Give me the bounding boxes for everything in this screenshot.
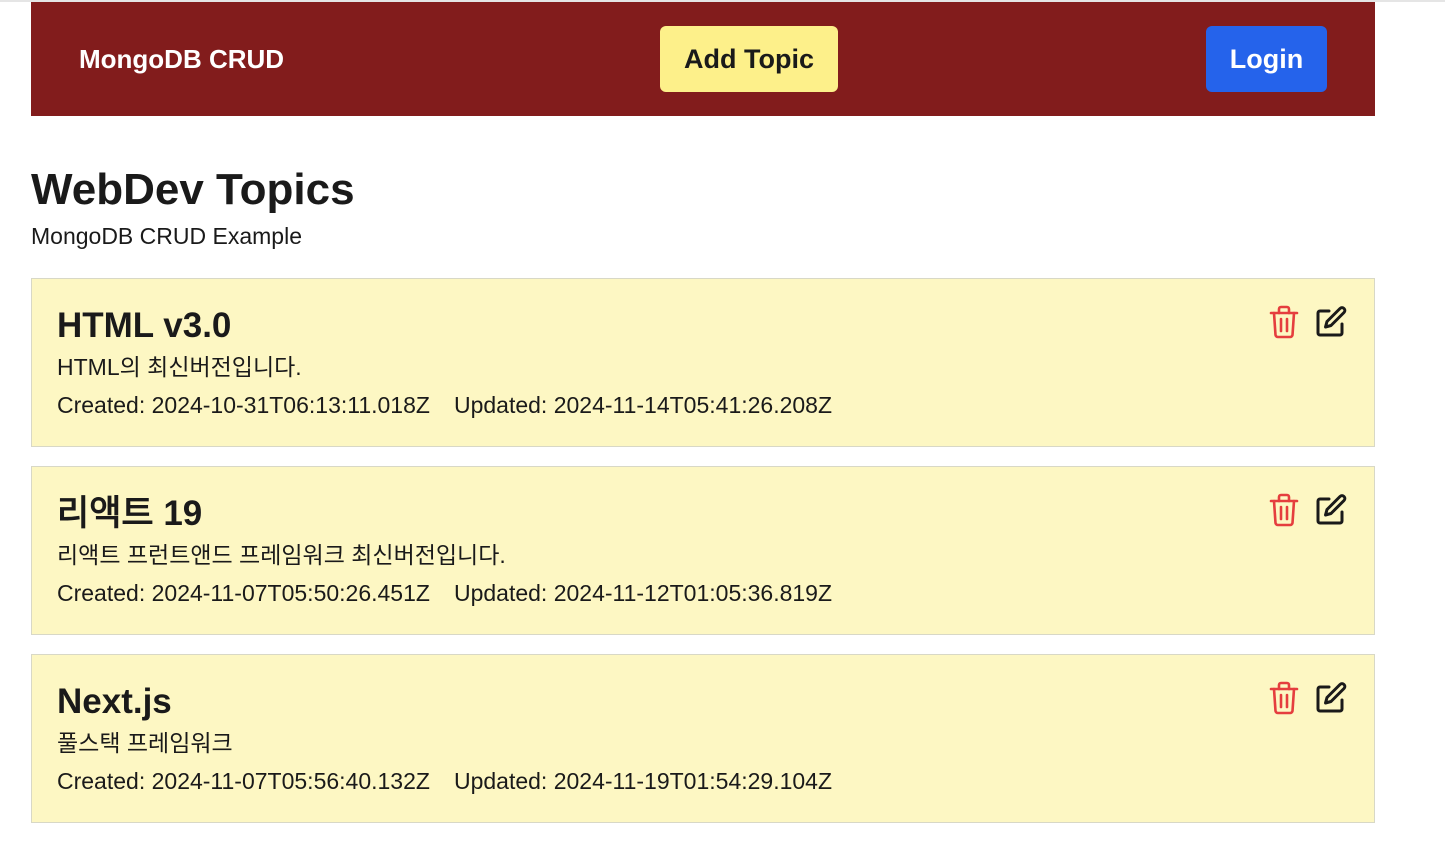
topic-description: HTML의 최신버전입니다. xyxy=(57,354,302,380)
edit-button[interactable] xyxy=(1313,491,1349,529)
add-topic-button[interactable]: Add Topic xyxy=(660,26,838,92)
edit-button[interactable] xyxy=(1313,679,1349,717)
trash-icon xyxy=(1269,681,1299,715)
edit-button[interactable] xyxy=(1313,303,1349,341)
delete-button[interactable] xyxy=(1266,303,1302,341)
delete-button[interactable] xyxy=(1266,679,1302,717)
topic-card: HTML v3.0 HTML의 최신버전입니다. Created: 2024-1… xyxy=(31,278,1375,447)
created-date: Created: 2024-11-07T05:50:26.451Z xyxy=(57,580,430,606)
login-button[interactable]: Login xyxy=(1206,26,1327,92)
topic-card: 리액트 19 리액트 프런트앤드 프레임워크 최신버전입니다. Created:… xyxy=(31,466,1375,635)
topic-card: Next.js 풀스택 프레임워크 Created: 2024-11-07T05… xyxy=(31,654,1375,823)
topic-dates: Created: 2024-11-07T05:50:26.451Z Updated… xyxy=(57,579,832,607)
trash-icon xyxy=(1269,493,1299,527)
topic-title: 리액트 19 xyxy=(57,494,203,533)
edit-icon xyxy=(1316,682,1347,713)
delete-button[interactable] xyxy=(1266,491,1302,529)
updated-date: Updated: 2024-11-12T01:05:36.819Z xyxy=(453,580,833,606)
topic-title: HTML v3.0 xyxy=(57,306,232,345)
edit-icon xyxy=(1316,306,1347,337)
topic-description: 리액트 프런트앤드 프레임워크 최신버전입니다. xyxy=(57,542,506,568)
created-date: Created: 2024-10-31T06:13:11.018Z xyxy=(57,392,430,418)
brand-link[interactable]: MongoDB CRUD xyxy=(79,44,284,75)
navbar: MongoDB CRUD Add Topic Login xyxy=(31,2,1375,116)
created-date: Created: 2024-11-07T05:56:40.132Z xyxy=(57,768,430,794)
page-title: WebDev Topics xyxy=(31,165,355,214)
edit-icon xyxy=(1316,494,1347,525)
updated-date: Updated: 2024-11-19T01:54:29.104Z xyxy=(453,768,833,794)
page-subtitle: MongoDB CRUD Example xyxy=(31,223,302,249)
updated-date: Updated: 2024-11-14T05:41:26.208Z xyxy=(453,392,833,418)
topic-dates: Created: 2024-11-07T05:56:40.132Z Updated… xyxy=(57,767,832,795)
trash-icon xyxy=(1269,305,1299,339)
topic-title: Next.js xyxy=(57,682,172,721)
topic-dates: Created: 2024-10-31T06:13:11.018Z Updated… xyxy=(57,391,832,419)
topic-description: 풀스택 프레임워크 xyxy=(57,730,233,756)
